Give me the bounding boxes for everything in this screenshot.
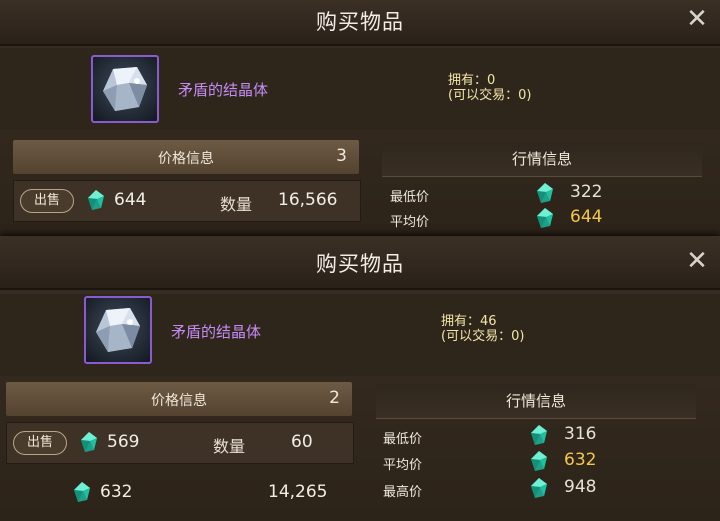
listing-quantity: 14,265 (268, 482, 328, 502)
price-info-count: 2 (329, 388, 340, 408)
owned-count: 拥有：0 (448, 73, 496, 88)
sell-button[interactable]: 出售 (13, 431, 67, 455)
buy-item-dialog-1: 购买物品 ✕ 矛盾的结晶体 拥有：0 (可以交易：0) 价格信息 3 出售 64… (0, 0, 720, 235)
gem-icon (74, 482, 90, 502)
dialog-title: 购买物品 (316, 252, 404, 276)
sell-button[interactable]: 出售 (20, 189, 74, 213)
gem-icon (81, 432, 97, 452)
gem-icon (531, 425, 547, 445)
price-info-count: 3 (336, 146, 347, 166)
highest-price-label: 最高价 (383, 485, 423, 500)
item-name: 矛盾的结晶体 (171, 323, 262, 341)
average-price-value: 644 (570, 207, 603, 227)
listing-quantity: 60 (291, 432, 313, 452)
dialog-titlebar: 购买物品 ✕ (0, 236, 720, 290)
average-price-value: 632 (564, 450, 597, 470)
average-price-label: 平均价 (390, 215, 430, 230)
gem-icon (537, 208, 553, 228)
market-info-header: 行情信息 (376, 384, 696, 419)
crystal-item-icon[interactable] (91, 55, 159, 123)
quantity-label: 数量 (213, 437, 246, 456)
price-info-header: 价格信息 3 (13, 140, 359, 174)
crystal-item-icon[interactable] (84, 296, 152, 364)
gem-icon (537, 183, 553, 203)
lowest-price-value: 316 (564, 424, 597, 444)
price-info-label: 价格信息 (158, 151, 214, 167)
owned-count: 拥有：46 (441, 314, 497, 329)
listing-price: 569 (107, 432, 140, 452)
listing-row[interactable]: 出售 644 数量 16,566 (13, 180, 361, 222)
market-info: 行情信息 最低价 316 平均价 632 最高价 948 (376, 382, 696, 521)
ownership-info: 拥有：0 (可以交易：0) (448, 73, 531, 103)
listing-quantity: 16,566 (278, 190, 338, 210)
lowest-price-label: 最低价 (383, 432, 423, 447)
listing-price: 632 (100, 482, 133, 502)
close-icon[interactable]: ✕ (682, 4, 712, 34)
quantity-label: 数量 (220, 195, 253, 214)
close-icon[interactable]: ✕ (682, 246, 712, 276)
average-price-label: 平均价 (383, 458, 423, 473)
dialog-title: 购买物品 (316, 10, 404, 34)
item-info: 矛盾的结晶体 拥有：0 (可以交易：0) (0, 48, 720, 130)
item-name: 矛盾的结晶体 (178, 81, 269, 99)
dialog-titlebar: 购买物品 ✕ (0, 0, 720, 46)
market-info-header: 行情信息 (382, 142, 702, 177)
buy-item-dialog-2: 购买物品 ✕ 矛盾的结晶体 拥有：46 (可以交易：0) 价格信息 2 出售 5… (0, 236, 720, 521)
market-info: 行情信息 最低价 322 平均价 644 (382, 140, 702, 235)
listing-price: 644 (114, 190, 147, 210)
item-info: 矛盾的结晶体 拥有：46 (可以交易：0) (0, 294, 720, 376)
gem-icon (531, 451, 547, 471)
tradable-count: (可以交易：0) (441, 329, 525, 344)
gem-icon (531, 478, 547, 498)
listing-row[interactable]: 632 14,265 (6, 472, 352, 512)
highest-price-value: 948 (564, 477, 597, 497)
lowest-price-value: 322 (570, 182, 603, 202)
price-info-header: 价格信息 2 (6, 382, 352, 416)
gem-icon (88, 190, 104, 210)
listing-row[interactable]: 出售 569 数量 60 (6, 422, 354, 464)
price-info-label: 价格信息 (151, 393, 207, 409)
ownership-info: 拥有：46 (可以交易：0) (441, 314, 524, 344)
lowest-price-label: 最低价 (390, 190, 430, 205)
tradable-count: (可以交易：0) (448, 88, 532, 103)
